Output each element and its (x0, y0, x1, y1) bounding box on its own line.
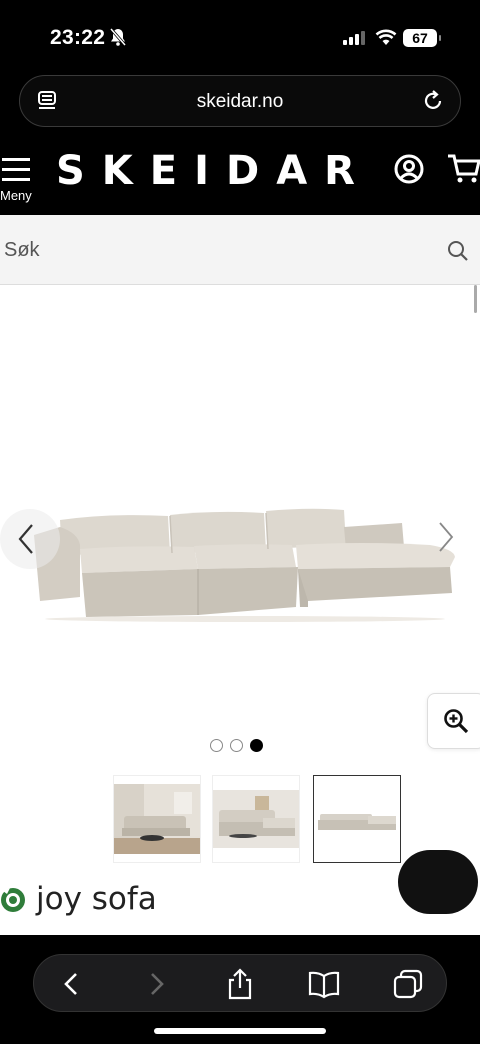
thumbnail-3[interactable] (313, 775, 401, 863)
url-text[interactable]: skeidar.no (20, 91, 460, 113)
eco-badge-icon[interactable] (0, 883, 30, 922)
home-indicator[interactable] (154, 1028, 326, 1034)
product-image (34, 508, 455, 622)
scrollbar[interactable] (474, 285, 477, 313)
search-bar (0, 215, 480, 285)
hamburger-icon (2, 156, 30, 187)
search-icon[interactable] (447, 240, 469, 267)
tabs-icon[interactable] (390, 966, 426, 1002)
reload-icon[interactable] (422, 89, 444, 118)
signal-icon (343, 31, 367, 50)
gallery-dot[interactable] (210, 739, 223, 753)
next-image-button[interactable] (436, 521, 456, 558)
status-bar: 23:22 67 (0, 0, 480, 74)
thumbnail-1[interactable] (113, 775, 201, 863)
gallery-dots (210, 737, 270, 755)
site-header: Meny SKEIDAR (0, 140, 480, 215)
share-icon[interactable] (222, 966, 258, 1002)
chevron-right-icon (439, 522, 454, 552)
wifi-icon (375, 29, 397, 51)
chat-icon[interactable] (398, 850, 478, 914)
product-title: joy sofa (36, 881, 157, 917)
address-bar[interactable]: skeidar.no (19, 75, 461, 127)
bookmarks-icon[interactable] (306, 966, 342, 1002)
bell-slash-icon (109, 28, 127, 51)
thumbnail-2[interactable] (212, 775, 300, 863)
user-icon[interactable] (393, 153, 425, 190)
site-logo[interactable]: SKEIDAR (56, 148, 372, 194)
back-icon[interactable] (54, 966, 90, 1002)
battery-icon: 67 (403, 29, 441, 47)
browser-toolbar (0, 935, 480, 1044)
search-input[interactable] (0, 215, 440, 285)
zoom-button[interactable] (427, 693, 480, 749)
gallery-dot[interactable] (230, 739, 243, 753)
cart-icon[interactable] (446, 152, 480, 189)
zoom-in-icon (444, 709, 469, 734)
status-time: 23:22 (50, 26, 106, 49)
chevron-left-icon (18, 524, 33, 554)
previous-image-button[interactable] (0, 509, 60, 569)
gallery-dot-active[interactable] (250, 739, 263, 753)
menu-button[interactable]: Meny (0, 154, 36, 206)
menu-label: Meny (0, 188, 32, 203)
toolbar-pill (33, 954, 447, 1012)
forward-icon[interactable] (138, 966, 174, 1002)
product-gallery: joy sofa (0, 285, 480, 935)
